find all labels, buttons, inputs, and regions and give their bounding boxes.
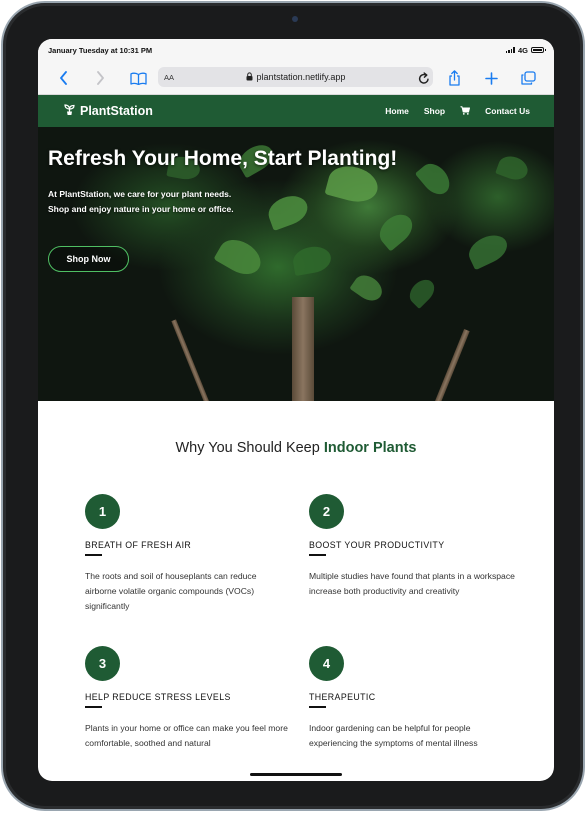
feature-text: The roots and soil of houseplants can re… — [85, 570, 257, 611]
feature-title: HELP REDUCE STRESS LEVELS — [85, 692, 231, 702]
back-icon[interactable] — [55, 61, 71, 95]
share-icon[interactable] — [445, 61, 463, 95]
screen: January Tuesday at 10:31 PM 4G AA plants… — [38, 39, 554, 781]
nav-home[interactable]: Home — [385, 106, 409, 116]
feature-number-badge: 3 — [85, 646, 120, 681]
sprout-icon — [64, 103, 75, 119]
feature-underline — [309, 554, 326, 556]
nav-contact[interactable]: Contact Us — [485, 106, 530, 116]
status-time: January Tuesday at 10:31 PM — [48, 45, 153, 55]
hero-title: Refresh Your Home, Start Planting! — [48, 147, 398, 170]
site-navbar: PlantStation Home Shop Contact Us — [38, 95, 554, 127]
hero-banner: Refresh Your Home, Start Planting! At Pl… — [38, 127, 554, 401]
section-heading-accent: Indoor Plants — [323, 440, 417, 456]
cart-icon[interactable] — [460, 105, 471, 117]
lock-icon — [246, 71, 253, 83]
battery-icon — [531, 47, 546, 53]
address-bar[interactable]: AA plantstation.netlify.app — [158, 67, 433, 87]
forward-icon[interactable] — [92, 61, 108, 95]
feature-text: Multiple studies have found that plants … — [309, 570, 515, 596]
feature-title: BOOST YOUR PRODUCTIVITY — [309, 540, 445, 550]
feature-title: BREATH OF FRESH AIR — [85, 540, 192, 550]
brand-name: PlantStation — [80, 104, 153, 118]
browser-toolbar: AA plantstation.netlify.app — [38, 61, 554, 95]
feature-title: THERAPEUTIC — [309, 692, 376, 702]
feature-number-badge: 2 — [309, 494, 344, 529]
feature-number-badge: 1 — [85, 494, 120, 529]
feature-underline — [85, 706, 102, 708]
shop-now-button[interactable]: Shop Now — [48, 246, 129, 272]
nav-shop[interactable]: Shop — [424, 106, 445, 116]
brand-logo[interactable]: PlantStation — [64, 103, 153, 119]
status-indicators: 4G — [505, 45, 546, 55]
feature-card: 2 BOOST YOUR PRODUCTIVITY Multiple studi… — [309, 494, 519, 599]
hero-description: At PlantStation, we care for your plant … — [48, 189, 234, 214]
bookmarks-icon[interactable] — [128, 61, 148, 95]
home-indicator[interactable] — [250, 773, 342, 776]
status-bar: January Tuesday at 10:31 PM 4G — [38, 39, 554, 61]
feature-card: 4 THERAPEUTIC Indoor gardening can be he… — [309, 646, 519, 751]
feature-underline — [85, 554, 102, 556]
tabs-icon[interactable] — [519, 61, 537, 95]
new-tab-icon[interactable] — [482, 61, 500, 95]
tablet-frame: January Tuesday at 10:31 PM 4G AA plants… — [1, 1, 585, 811]
nav-links: Home Shop Contact Us — [385, 105, 530, 117]
feature-text: Indoor gardening can be helpful for peop… — [309, 722, 478, 748]
feature-underline — [309, 706, 326, 708]
signal-icon — [505, 47, 515, 53]
feature-number-badge: 4 — [309, 646, 344, 681]
feature-card: 1 BREATH OF FRESH AIR The roots and soil… — [85, 494, 290, 614]
front-camera — [292, 16, 298, 22]
feature-card: 3 HELP REDUCE STRESS LEVELS Plants in yo… — [85, 646, 290, 751]
feature-text: Plants in your home or office can make y… — [85, 722, 288, 748]
network-label: 4G — [517, 45, 528, 55]
reload-icon[interactable] — [416, 61, 432, 95]
section-heading: Why You Should Keep Indoor Plants — [38, 440, 554, 456]
url-text: plantstation.netlify.app — [256, 72, 346, 82]
section-heading-prefix: Why You Should Keep — [175, 440, 320, 456]
